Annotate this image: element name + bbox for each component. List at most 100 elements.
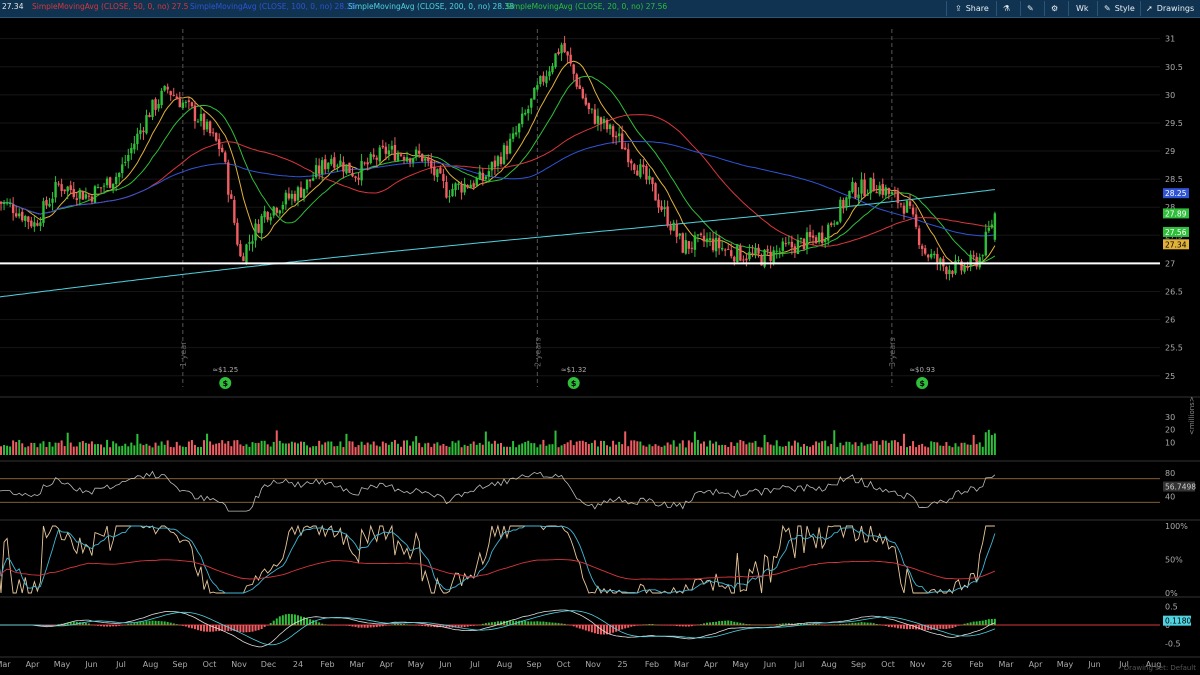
study-label[interactable]: SimpleMovingAvg (CLOSE, 100, 0, no) 28.2…: [190, 2, 356, 11]
macd-histogram-bar: [860, 622, 863, 625]
candle-body: [724, 249, 727, 251]
candle-body: [554, 53, 557, 68]
style-button[interactable]: ✎ Style: [1104, 2, 1135, 15]
volume-bar: [478, 442, 481, 455]
macd-histogram-bar: [281, 615, 284, 625]
volume-bar: [724, 445, 727, 455]
macd-histogram-bar: [675, 625, 678, 626]
volume-bar: [499, 442, 502, 455]
macd-histogram-bar: [581, 625, 584, 630]
volume-bar: [254, 443, 257, 455]
macd-histogram-bar: [145, 621, 148, 625]
macd-histogram-bar: [587, 625, 590, 632]
study-label[interactable]: SimpleMovingAvg (CLOSE, 50, 0, no) 27.5: [32, 2, 188, 11]
candle-body: [111, 183, 115, 189]
drawing-tools-button[interactable]: ✎: [1027, 2, 1038, 15]
candle-body: [757, 247, 760, 254]
volume-bar: [215, 443, 218, 455]
macd-histogram-bar: [896, 625, 899, 629]
macd-histogram-bar: [390, 624, 393, 625]
volume-bar: [627, 446, 630, 455]
volume-bar: [681, 440, 684, 455]
volume-bar: [536, 447, 539, 455]
share-button[interactable]: ⇪ Share: [955, 2, 989, 15]
macd-histogram-bar: [945, 625, 948, 629]
volume-bar: [666, 442, 669, 455]
candle-body: [899, 203, 903, 205]
volume-bar: [100, 444, 103, 455]
volume-bar: [963, 442, 966, 455]
candle-body: [914, 214, 918, 227]
volume-bar: [93, 444, 96, 455]
settings-button[interactable]: ⚙: [1051, 2, 1062, 15]
study-label[interactable]: SimpleMovingAvg (CLOSE, 200, 0, no) 28.3…: [348, 2, 514, 11]
volume-bar: [218, 443, 221, 455]
oscillator-value: 56.7498: [1165, 483, 1196, 492]
macd-histogram-bar: [475, 625, 478, 626]
candle-body: [533, 87, 536, 100]
volume-bar: [181, 446, 184, 455]
macd-histogram-bar: [387, 625, 390, 626]
volume-bar: [336, 446, 339, 455]
macd-histogram-bar: [354, 625, 357, 627]
volume-bar: [303, 441, 306, 455]
dividend-symbol: $: [222, 379, 228, 388]
candle-body: [651, 177, 654, 185]
candle-body: [972, 255, 975, 257]
macd-histogram-bar: [296, 615, 299, 625]
volume-bar: [190, 440, 193, 455]
volume-bar: [781, 446, 784, 455]
macd-histogram-bar: [396, 624, 399, 625]
macd-histogram-bar: [572, 625, 575, 627]
candle-body: [211, 132, 215, 134]
volume-bar: [163, 444, 166, 455]
macd-histogram-bar: [563, 623, 566, 625]
drawings-button[interactable]: ➚ Drawings: [1146, 2, 1194, 15]
study-label[interactable]: 27.34: [2, 2, 23, 11]
price-chart[interactable]: 1 year 2 years 3 years ≈$1.25 $ ≈$1.32 $ ≈$0.9…: [0, 17, 1200, 675]
candle-body: [766, 249, 769, 251]
volume-bar: [360, 441, 363, 455]
volume-bar: [196, 447, 199, 455]
aggregation-button[interactable]: Wk: [1076, 2, 1089, 15]
volume-bar: [793, 440, 796, 455]
dividend-markers[interactable]: ≈$1.25 $ ≈$1.32 $ ≈$0.93 $: [212, 366, 935, 389]
macd-histogram-bar: [333, 625, 336, 626]
volume-bar: [424, 443, 427, 455]
volume-bar: [533, 443, 536, 455]
macd-histogram-bar: [269, 623, 272, 625]
candle-body: [981, 255, 984, 257]
volume-bar: [606, 445, 609, 455]
volume-bar: [524, 441, 527, 455]
candle-body: [90, 196, 94, 202]
candle-body: [636, 170, 639, 176]
macd-histogram-bar: [160, 621, 163, 625]
price-label: 28.25: [1165, 189, 1187, 198]
macd-histogram-bar: [627, 625, 630, 628]
volume-bar: [696, 439, 699, 455]
candle-body: [596, 115, 600, 124]
volume-bar: [551, 444, 554, 455]
candle-body: [414, 149, 418, 157]
candle-body: [984, 231, 987, 256]
candle-body: [790, 241, 794, 248]
candle-body: [890, 192, 894, 195]
macd-histogram-bar: [196, 625, 199, 631]
macd-histogram-bar: [936, 625, 939, 630]
candle-body: [269, 217, 272, 221]
candle-body: [511, 133, 515, 139]
macd-histogram-bar: [124, 624, 127, 626]
studies-button[interactable]: ⚗: [1003, 2, 1014, 15]
macd-histogram-bar: [957, 625, 960, 626]
macd-histogram-bar: [687, 625, 690, 627]
volume-bar: [390, 441, 393, 455]
volume-bar: [3, 444, 6, 455]
candle-body: [154, 99, 157, 110]
volume-bar: [512, 441, 515, 455]
study-label[interactable]: SimpleMovingAvg (CLOSE, 20, 0, no) 27.56: [506, 2, 667, 11]
candle-body: [736, 244, 739, 263]
candle-body: [514, 132, 518, 135]
volume-bar: [993, 433, 996, 455]
macd-histogram-bar: [163, 621, 166, 625]
macd-histogram-bar: [172, 623, 175, 625]
